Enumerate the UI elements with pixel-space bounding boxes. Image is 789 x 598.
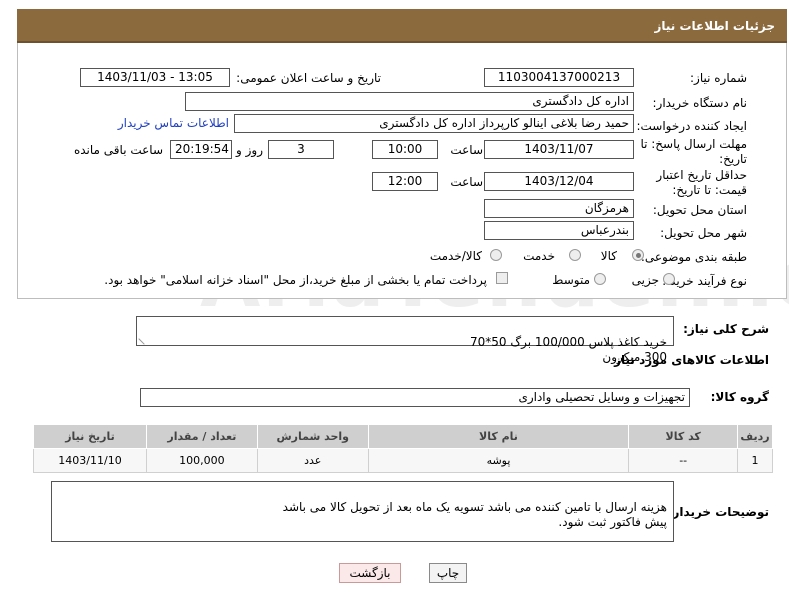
deadline-date-field[interactable]: 1403/11/07 <box>484 140 634 159</box>
province-label: استان محل تحویل: <box>652 203 747 217</box>
buyer-notes-text: هزینه ارسال با تامین کننده می باشد تسویه… <box>282 500 667 529</box>
goods-group-field[interactable]: تجهیزات و وسایل تحصیلی واداری <box>140 388 690 407</box>
creator-label: ایجاد کننده درخواست: <box>636 119 747 133</box>
buyer-notes-textarea[interactable]: هزینه ارسال با تامین کننده می باشد تسویه… <box>51 481 674 542</box>
remaining-label: ساعت باقی مانده <box>73 143 163 157</box>
need-number-label: شماره نیاز: <box>690 71 747 85</box>
table-header-row: ردیف کد کالا نام کالا واحد شمارش تعداد /… <box>33 424 773 449</box>
goods-table: ردیف کد کالا نام کالا واحد شمارش تعداد /… <box>33 424 773 473</box>
resize-grip-icon[interactable] <box>138 333 150 345</box>
col-name: نام کالا <box>367 424 630 449</box>
remaining-time-field[interactable]: 20:19:54 <box>170 140 232 159</box>
days-label: روز و <box>236 143 263 157</box>
goods-group-label: گروه کالا: <box>710 390 769 404</box>
category-both-label: کالا/خدمت <box>429 249 482 263</box>
description-textarea[interactable]: خرید کاغذ پلاس 100/000 برگ 50*70 300 میک… <box>136 316 674 364</box>
purchase-type-label: نوع فرآیند خرید : <box>662 274 747 288</box>
need-number-field[interactable]: 1103004137000213 <box>484 68 634 87</box>
back-button[interactable]: بازگشت <box>339 563 401 583</box>
announce-field[interactable]: 1403/11/03 - 13:05 <box>80 68 230 87</box>
buyer-org-label: نام دستگاه خریدار: <box>652 96 748 110</box>
page-title: جزئیات اطلاعات نیاز <box>17 9 787 43</box>
city-label: شهر محل تحویل: <box>660 226 747 240</box>
col-unit: واحد شمارش <box>256 424 369 449</box>
treasury-checkbox[interactable] <box>496 272 508 284</box>
cell-code: -- <box>628 448 738 473</box>
col-qty: تعداد / مقدار <box>146 424 258 449</box>
category-goods-label: کالا <box>600 249 617 263</box>
validity-time-label: ساعت <box>450 175 483 189</box>
category-goods-radio[interactable] <box>632 249 644 261</box>
purchase-medium-label: متوسط <box>552 273 590 287</box>
category-service-label: خدمت <box>523 249 555 263</box>
city-field[interactable]: بندرعباس <box>484 221 634 240</box>
buyer-org-field[interactable]: اداره کل دادگستری <box>185 92 634 111</box>
buyer-notes-label: توضیحات خریدار: <box>667 505 769 519</box>
description-label: شرح کلی نیاز: <box>683 322 769 336</box>
print-button[interactable]: چاپ <box>429 563 467 583</box>
buyer-contact-link[interactable]: اطلاعات تماس خریدار <box>118 116 229 130</box>
validity-label: حداقل تاریخ اعتبار قیمت: تا تاریخ: <box>656 168 747 197</box>
goods-section-title: اطلاعات کالاهای مورد نیاز <box>614 353 769 367</box>
col-code: کد کالا <box>628 424 738 449</box>
announce-label: تاریخ و ساعت اعلان عمومی: <box>236 71 381 85</box>
payment-note: پرداخت تمام یا بخشی از مبلغ خرید،از محل … <box>104 273 487 287</box>
purchase-minor-radio[interactable] <box>663 273 675 285</box>
category-service-radio[interactable] <box>569 249 581 261</box>
category-both-radio[interactable] <box>490 249 502 261</box>
validity-date-field[interactable]: 1403/12/04 <box>484 172 634 191</box>
table-row[interactable]: 1 -- پوشه عدد 100,000 1403/11/10 <box>33 448 773 473</box>
cell-row: 1 <box>737 448 773 473</box>
category-label: طبقه بندی موضوعی: <box>640 250 747 264</box>
purchase-minor-label: جزیی <box>631 273 659 287</box>
col-row: ردیف <box>737 424 773 449</box>
col-date: تاریخ نیاز <box>33 424 147 449</box>
cell-name: پوشه <box>367 448 630 473</box>
purchase-medium-radio[interactable] <box>594 273 606 285</box>
cell-date: 1403/11/10 <box>33 448 147 473</box>
days-field[interactable]: 3 <box>268 140 334 159</box>
deadline-label: مهلت ارسال پاسخ: تا تاریخ: <box>640 137 747 166</box>
cell-qty: 100,000 <box>146 448 258 473</box>
validity-time-field[interactable]: 12:00 <box>372 172 438 191</box>
province-field[interactable]: هرمزگان <box>484 199 634 218</box>
deadline-time-field[interactable]: 10:00 <box>372 140 438 159</box>
cell-unit: عدد <box>256 448 369 473</box>
deadline-time-label: ساعت <box>450 143 483 157</box>
creator-field[interactable]: حمید رضا بلاغی اینالو کارپرداز اداره کل … <box>234 114 634 133</box>
